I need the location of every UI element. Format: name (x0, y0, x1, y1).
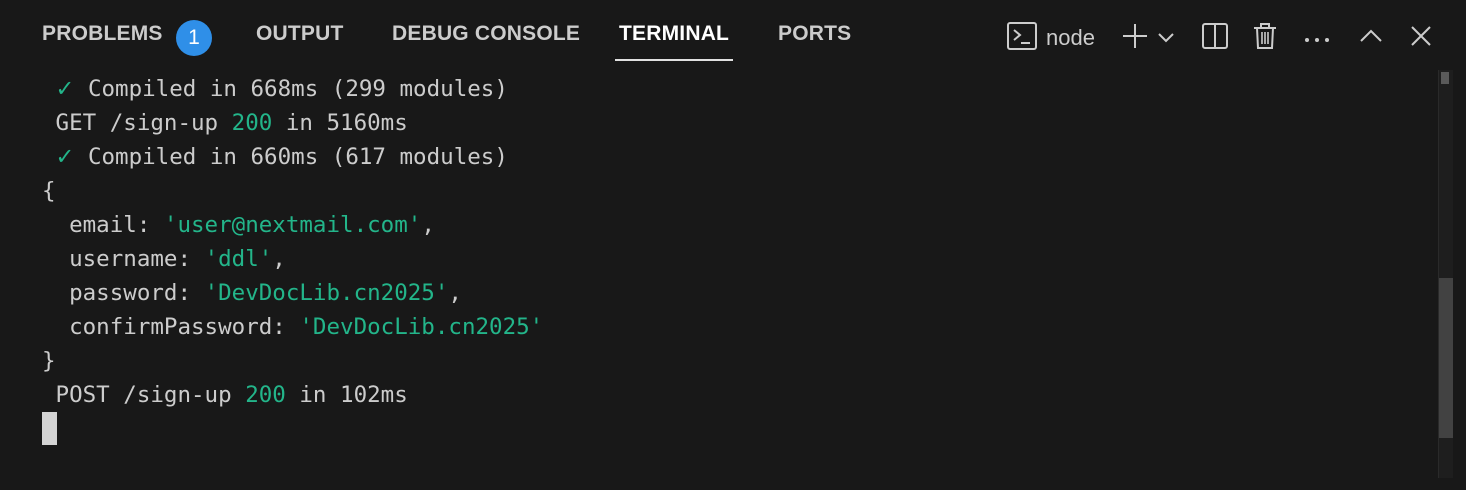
terminal-line: POST /sign-up 200 in 102ms (42, 382, 408, 408)
terminal-line: confirmPassword: 'DevDocLib.cn2025' (42, 314, 544, 340)
terminal-panel: PROBLEMS 1 OUTPUT DEBUG CONSOLE TERMINAL… (0, 0, 1466, 490)
split-terminal-button[interactable] (1198, 18, 1232, 58)
terminal-line: } (42, 348, 56, 374)
tab-problems[interactable]: PROBLEMS (42, 22, 163, 58)
status-code: 200 (231, 110, 273, 136)
trash-icon (1252, 22, 1278, 54)
success-check-icon: ✓ (55, 76, 75, 102)
terminal-icon (1006, 21, 1038, 55)
tab-ports[interactable]: PORTS (778, 22, 851, 58)
terminal-line: username: 'ddl', (42, 246, 286, 272)
status-code: 200 (245, 382, 286, 408)
scrollbar-thumb[interactable] (1439, 278, 1453, 438)
terminal-line: password: 'DevDocLib.cn2025', (42, 280, 462, 306)
terminal-cursor (42, 412, 57, 445)
terminal-toolbar: node (1006, 18, 1446, 58)
kill-terminal-button[interactable] (1248, 18, 1282, 58)
maximize-panel-button[interactable] (1354, 18, 1388, 58)
chevron-down-icon (1157, 29, 1175, 48)
chevron-up-icon (1359, 28, 1383, 48)
plus-icon (1121, 22, 1149, 54)
launch-profile-button[interactable] (1154, 18, 1178, 58)
terminal-line: ✓ Compiled in 668ms (299 modules) (55, 76, 508, 102)
terminal-line: { (42, 178, 56, 204)
close-icon (1410, 25, 1432, 51)
more-icon (1303, 29, 1331, 48)
terminal-output[interactable]: ✓ Compiled in 668ms (299 modules) GET /s… (42, 72, 1432, 482)
panel-tabs: PROBLEMS 1 OUTPUT DEBUG CONSOLE TERMINAL… (0, 0, 1000, 70)
terminal-line: ✓ Compiled in 660ms (617 modules) (55, 144, 508, 170)
terminal-name-label: node (1046, 25, 1095, 50)
tab-output[interactable]: OUTPUT (256, 22, 344, 58)
split-editor-icon (1201, 22, 1229, 54)
new-terminal-button[interactable] (1118, 18, 1152, 58)
close-panel-button[interactable] (1404, 18, 1438, 58)
terminal-selector-button[interactable]: node (1006, 18, 1106, 58)
string-value: 'ddl' (204, 246, 273, 272)
string-value: 'DevDocLib.cn2025' (204, 280, 449, 306)
scroll-position-marker (1441, 72, 1449, 84)
string-value: 'user@nextmail.com' (163, 212, 422, 238)
terminal-scrollbar[interactable] (1438, 70, 1453, 478)
tab-debug-console[interactable]: DEBUG CONSOLE (392, 22, 580, 58)
success-check-icon: ✓ (55, 144, 75, 170)
string-value: 'DevDocLib.cn2025' (299, 314, 544, 340)
terminal-line: GET /sign-up 200 in 5160ms (42, 110, 408, 136)
more-actions-button[interactable] (1300, 18, 1334, 58)
terminal-line: email: 'user@nextmail.com', (42, 212, 435, 238)
tab-terminal[interactable]: TERMINAL (614, 22, 734, 61)
problems-count-badge: 1 (176, 20, 212, 56)
